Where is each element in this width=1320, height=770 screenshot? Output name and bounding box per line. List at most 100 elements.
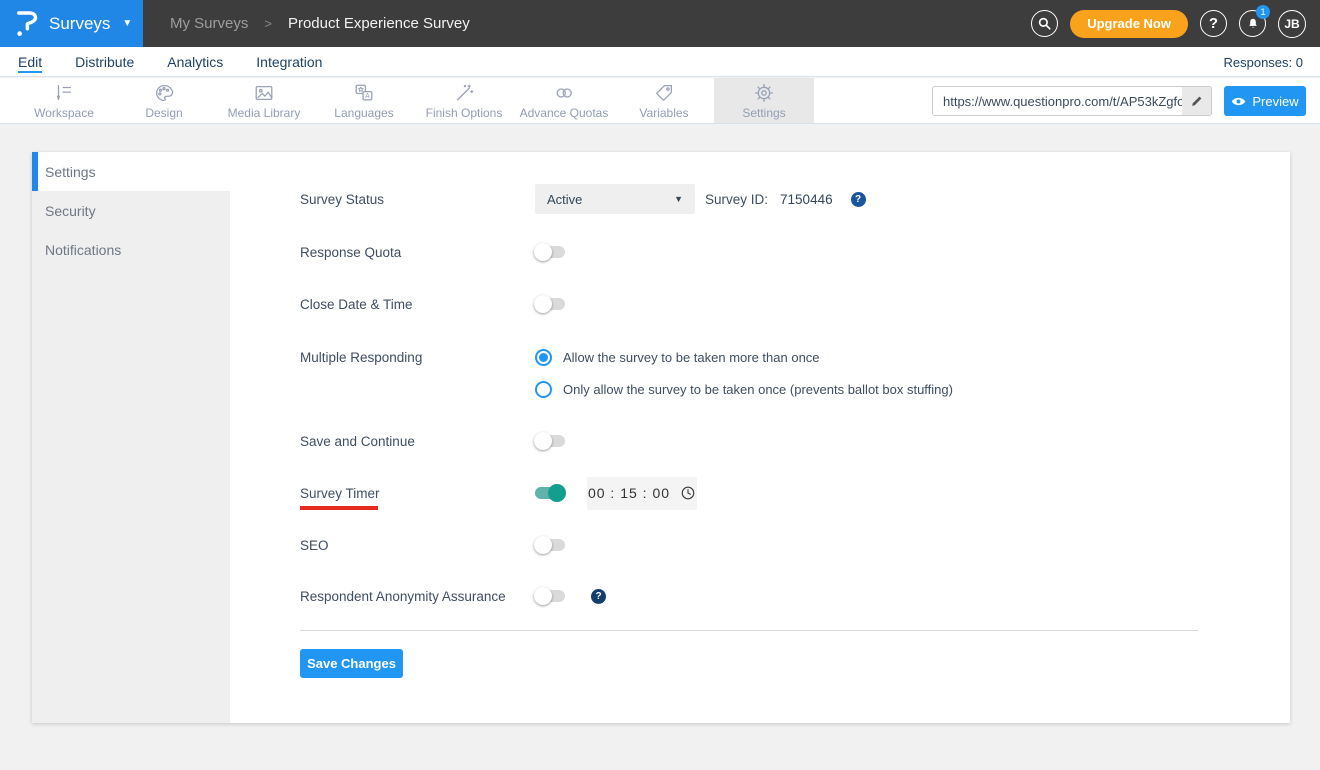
survey-timer-highlight (300, 506, 378, 510)
nav-tab-distribute[interactable]: Distribute (75, 50, 134, 73)
toolbar-item-workspace[interactable]: Workspace (14, 78, 114, 123)
survey-status-dropdown[interactable]: Active ▼ (535, 184, 695, 214)
toolbar-item-label: Finish Options (425, 105, 503, 120)
multiple-responding-option2-row: Only allow the survey to be taken once (… (535, 374, 953, 404)
seo-toggle[interactable] (534, 536, 565, 554)
survey-timer-toggle[interactable] (535, 484, 566, 502)
tag-icon (653, 82, 675, 104)
close-date-toggle[interactable] (534, 295, 565, 313)
magic-wand-icon (453, 82, 475, 104)
survey-timer-label: Survey Timer (300, 485, 380, 501)
toolbar-item-finish-options[interactable]: Finish Options (414, 78, 514, 123)
radio-allow-multiple-label: Allow the survey to be taken more than o… (563, 349, 820, 365)
survey-status-value: Active (547, 191, 583, 207)
pencil-icon (1190, 94, 1204, 108)
seo-row: SEO (300, 530, 565, 560)
responses-count[interactable]: Responses: 0 (1224, 47, 1304, 77)
survey-timer-value: 00 : 15 : 00 (587, 485, 671, 501)
search-icon (1037, 16, 1052, 31)
preview-label: Preview (1252, 93, 1299, 109)
preview-button[interactable]: Preview (1224, 86, 1306, 116)
questionpro-logo-icon (15, 9, 39, 38)
image-icon (253, 82, 275, 104)
nav-tab-analytics[interactable]: Analytics (167, 50, 223, 73)
workspace-icon (53, 82, 75, 104)
search-button[interactable] (1031, 10, 1059, 37)
survey-url-input[interactable] (933, 93, 1182, 109)
save-changes-button[interactable]: Save Changes (300, 649, 403, 678)
edit-url-button[interactable] (1182, 87, 1211, 115)
survey-status-label: Survey Status (300, 191, 385, 207)
page-background: Settings Security Notifications Survey S… (0, 124, 1320, 770)
save-continue-toggle[interactable] (534, 432, 565, 450)
radio-allow-multiple[interactable] (535, 348, 552, 366)
breadcrumb-separator: > (264, 16, 272, 31)
respondent-anonymity-toggle[interactable] (534, 587, 565, 605)
breadcrumb: My Surveys > Product Experience Survey (170, 0, 470, 47)
survey-status-row: Survey Status Active ▼ Survey ID: 715044… (300, 184, 866, 214)
survey-timer-row: Survey Timer 00 : 15 : 00 (300, 476, 697, 510)
close-date-row: Close Date & Time (300, 289, 565, 319)
bell-icon (1246, 17, 1260, 31)
respondent-anonymity-help-icon[interactable]: ? (591, 588, 606, 604)
breadcrumb-current: Product Experience Survey (287, 15, 470, 32)
form-divider (300, 630, 1198, 631)
toolbar-item-settings[interactable]: Settings (714, 78, 814, 123)
chevron-down-icon: ▼ (122, 18, 133, 29)
close-date-label: Close Date & Time (300, 296, 413, 312)
toolbar-item-label: Settings (742, 105, 786, 120)
chain-link-icon (553, 82, 575, 104)
multiple-responding-row: Multiple Responding Allow the survey to … (300, 342, 820, 372)
toolbar-items: Workspace Design Media Library A Languag… (14, 78, 814, 123)
notifications-button[interactable]: 1 (1239, 5, 1270, 37)
survey-id-value: 7150446 (780, 191, 833, 207)
survey-nav: Edit Distribute Analytics Integration Re… (0, 47, 1320, 77)
toolbar-item-label: Media Library (227, 105, 301, 120)
breadcrumb-parent[interactable]: My Surveys (170, 15, 248, 32)
toolbar-item-label: Languages (334, 105, 394, 120)
header-actions: Upgrade Now ? 1 JB (1031, 0, 1306, 47)
question-mark-icon: ? (1208, 15, 1219, 32)
respondent-anonymity-label: Respondent Anonymity Assurance (300, 588, 506, 604)
eye-icon (1231, 96, 1246, 107)
settings-sidebar: Settings Security Notifications (32, 152, 230, 723)
survey-id-help-icon[interactable]: ? (850, 191, 866, 207)
nav-tab-integration[interactable]: Integration (256, 50, 322, 73)
respondent-anonymity-row: Respondent Anonymity Assurance ? (300, 581, 606, 611)
gear-icon (753, 82, 775, 104)
product-switcher[interactable]: Surveys ▼ (0, 0, 143, 47)
radio-allow-once[interactable] (535, 380, 552, 398)
response-quota-toggle[interactable] (534, 243, 565, 261)
sidebar-item-settings[interactable]: Settings (32, 152, 230, 191)
response-quota-row: Response Quota (300, 237, 565, 267)
toolbar-item-label: Workspace (34, 105, 94, 120)
user-avatar[interactable]: JB (1278, 9, 1306, 38)
survey-timer-duration-field[interactable]: 00 : 15 : 00 (587, 476, 697, 510)
toolbar-item-advance-quotas[interactable]: Advance Quotas (514, 78, 614, 123)
nav-tab-edit[interactable]: Edit (18, 50, 43, 73)
radio-allow-once-label: Only allow the survey to be taken once (… (563, 381, 953, 397)
settings-card: Settings Security Notifications Survey S… (32, 152, 1290, 723)
help-button[interactable]: ? (1200, 10, 1227, 37)
sidebar-item-security[interactable]: Security (32, 191, 230, 230)
translate-icon: A (353, 82, 375, 104)
upgrade-now-button[interactable]: Upgrade Now (1070, 9, 1188, 38)
save-continue-row: Save and Continue (300, 426, 565, 456)
survey-url-field[interactable] (932, 86, 1212, 116)
toolbar-item-variables[interactable]: Variables (614, 78, 714, 123)
palette-icon (153, 82, 175, 104)
toolbar-item-languages[interactable]: A Languages (314, 78, 414, 123)
sidebar-item-notifications[interactable]: Notifications (32, 230, 230, 269)
toolbar-item-label: Advance Quotas (519, 105, 609, 120)
clock-icon (680, 485, 696, 501)
product-name: Surveys (49, 13, 111, 33)
toolbar-item-media-library[interactable]: Media Library (214, 78, 314, 123)
seo-label: SEO (300, 537, 329, 553)
survey-id-label: Survey ID: (705, 191, 769, 207)
top-header-bar: Surveys ▼ My Surveys > Product Experienc… (0, 0, 1320, 47)
multiple-responding-label: Multiple Responding (300, 349, 423, 365)
svg-text:A: A (365, 93, 370, 100)
toolbar-item-design[interactable]: Design (114, 78, 214, 123)
toolbar-item-label: Design (145, 105, 183, 120)
notification-count-badge: 1 (1256, 5, 1270, 19)
